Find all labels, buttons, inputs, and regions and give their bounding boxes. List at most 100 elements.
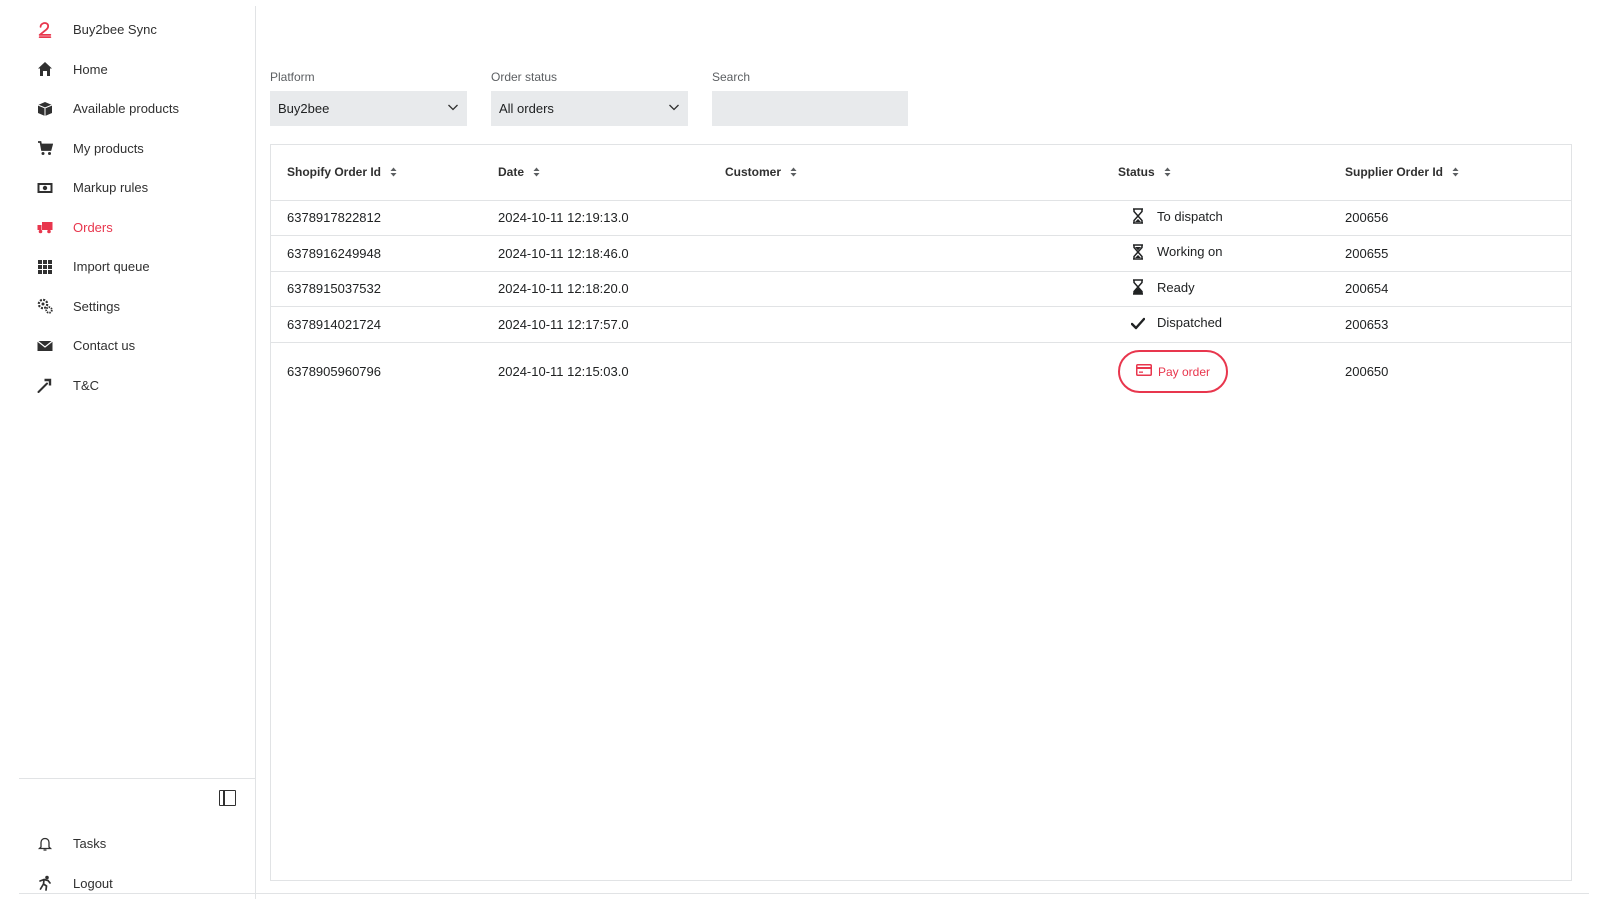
status-text: Working on (1157, 244, 1223, 260)
shopify-order-id-cell: 6378916249948 (271, 235, 498, 272)
platform-value: Buy2bee (278, 101, 330, 116)
sidebar-item-label: Contact us (73, 338, 136, 354)
date-cell: 2024-10-11 12:18:46.0 (498, 235, 725, 272)
supplier-order-id-cell: 200650 (1345, 364, 1389, 380)
truck-icon (36, 218, 54, 236)
platform-select[interactable]: Buy2bee (270, 91, 467, 126)
sidebar-item-home[interactable]: Home (19, 50, 255, 90)
sidebar-item-terms[interactable]: T&C (19, 366, 255, 406)
supplier-order-id-cell: 200655 (1345, 235, 1571, 272)
column-header-label: Date (498, 164, 525, 179)
table-row[interactable]: 6378916249948 2024-10-11 12:18:46.0 Work… (271, 235, 1571, 272)
sort-icon (790, 166, 797, 180)
shopify-order-id-cell: 6378914021724 (271, 306, 498, 343)
status-cell: To dispatch (1118, 200, 1345, 236)
column-header-date[interactable]: Date (498, 145, 725, 201)
sidebar-item-contact-us[interactable]: Contact us (19, 326, 255, 366)
sidebar-item-my-products[interactable]: My products (19, 129, 255, 169)
column-header-label: Status (1118, 164, 1155, 179)
bell-icon (36, 835, 54, 853)
table-row[interactable]: 6378914021724 2024-10-11 12:17:57.0 Disp… (271, 306, 1571, 343)
sidebar-item-label: Import queue (73, 259, 150, 275)
status-badge: Working on (1118, 244, 1223, 260)
chevron-down-icon (447, 101, 459, 116)
main-content: Platform Buy2bee Order status All orders (270, 0, 1572, 900)
sidebar-item-label: Tasks (73, 836, 107, 852)
search-input[interactable] (712, 91, 908, 126)
shopify-order-id-cell: 6378917822812 (271, 200, 498, 236)
table-row[interactable]: 6378917822812 2024-10-11 12:19:13.0 To d… (271, 200, 1571, 236)
sidebar-brand-label: Buy2bee Sync (73, 22, 157, 38)
sidebar-item-label: My products (73, 140, 144, 156)
column-header-label: Supplier Order Id (1345, 164, 1444, 179)
app-window: Buy2bee Sync Home Available products My … (0, 0, 1600, 900)
gears-icon (36, 297, 54, 315)
sidebar: Buy2bee Sync Home Available products My … (19, 6, 256, 899)
pay-order-button[interactable]: Pay order (1118, 350, 1228, 394)
sidebar-item-import-queue[interactable]: Import queue (19, 247, 255, 287)
supplier-order-id-cell: 200654 (1345, 271, 1571, 307)
sort-icon (1164, 166, 1171, 180)
sidebar-collapse-icon[interactable] (219, 790, 236, 806)
table-row[interactable]: 6378915037532 2024-10-11 12:18:20.0 Read… (271, 271, 1571, 307)
status-badge: Dispatched (1118, 315, 1222, 331)
box-icon (36, 100, 54, 118)
search-label: Search (712, 70, 751, 84)
status-badge: Ready (1118, 279, 1195, 295)
status-badge: To dispatch (1118, 208, 1223, 224)
status-text: To dispatch (1157, 208, 1223, 224)
order-status-filter: Order status All orders (491, 70, 688, 126)
column-header-label: Shopify Order Id (287, 164, 382, 179)
sidebar-item-markup-rules[interactable]: Markup rules (19, 168, 255, 208)
hourglass-icon (1130, 279, 1146, 295)
orders-table-card: Shopify Order Id Date Customer Status Su… (270, 144, 1572, 881)
money-icon (36, 179, 54, 197)
sidebar-item-available-products[interactable]: Available products (19, 89, 255, 129)
sidebar-item-label: Available products (73, 101, 179, 117)
date-cell: 2024-10-11 12:15:03.0 (498, 364, 629, 380)
order-status-select[interactable]: All orders (491, 91, 688, 126)
sidebar-item-label: T&C (73, 377, 99, 393)
supplier-order-id-cell: 200656 (1345, 200, 1571, 236)
column-header-customer[interactable]: Customer (725, 145, 1118, 201)
date-cell: 2024-10-11 12:19:13.0 (498, 200, 725, 236)
sidebar-item-label: Home (73, 61, 108, 77)
orders-table: Shopify Order Id Date Customer Status Su… (271, 145, 1571, 401)
sidebar-item-logout[interactable]: Logout (19, 864, 255, 900)
gavel-icon (36, 376, 54, 394)
column-header-shopify-order-id[interactable]: Shopify Order Id (271, 145, 498, 201)
running-person-icon (36, 874, 54, 892)
shopify-order-id-cell: 6378915037532 (271, 271, 498, 307)
platform-label: Platform (270, 70, 315, 84)
sidebar-item-settings[interactable]: Settings (19, 287, 255, 327)
hourglass-icon (1130, 208, 1146, 224)
grid-icon (36, 258, 54, 276)
sidebar-item-orders[interactable]: Orders (19, 208, 255, 248)
table-row[interactable]: 6378905960796 2024-10-11 12:15:03.0 Pay … (271, 342, 1571, 401)
table-header-row: Shopify Order Id Date Customer Status Su… (271, 145, 1571, 201)
filters-bar: Platform Buy2bee Order status All orders (270, 70, 908, 126)
status-cell: Dispatched (1118, 306, 1345, 343)
sort-icon (533, 166, 540, 180)
credit-card-icon (1135, 364, 1152, 379)
status-cell: Ready (1118, 271, 1345, 307)
pay-order-label: Pay order (1157, 364, 1211, 379)
column-header-label: Customer (725, 164, 782, 179)
status-text: Ready (1157, 279, 1195, 295)
column-header-supplier-order-id[interactable]: Supplier Order Id (1345, 145, 1571, 201)
sidebar-item-label: Markup rules (73, 180, 149, 196)
column-header-status[interactable]: Status (1118, 145, 1345, 201)
sidebar-item-tasks[interactable]: Tasks (19, 824, 255, 864)
envelope-icon (36, 337, 54, 355)
search-filter: Search (712, 70, 908, 126)
sidebar-nav: Buy2bee Sync Home Available products My … (19, 10, 255, 405)
sidebar-item-label: Logout (73, 875, 113, 891)
customer-cell (725, 235, 1118, 272)
sidebar-brand[interactable]: Buy2bee Sync (19, 10, 255, 50)
status-text: Dispatched (1157, 315, 1223, 331)
status-cell: Working on (1118, 235, 1345, 272)
supplier-order-id-cell: 200653 (1345, 306, 1571, 343)
customer-cell (725, 271, 1118, 307)
customer-cell (725, 342, 1118, 401)
shopify-order-id-cell: 6378905960796 (287, 364, 381, 380)
